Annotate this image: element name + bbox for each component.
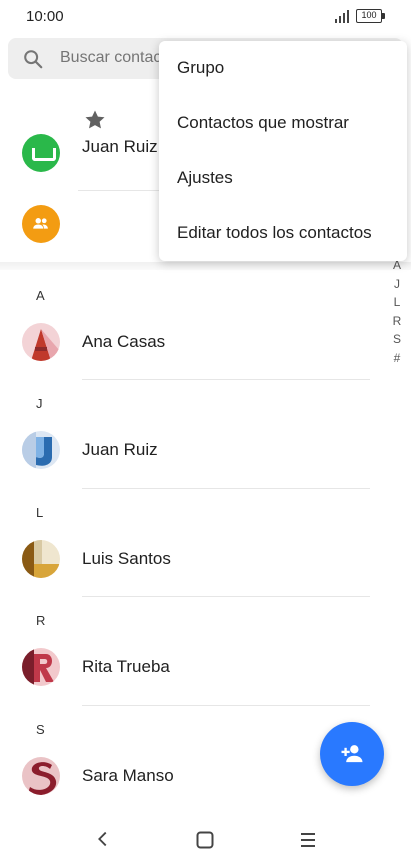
avatar — [22, 757, 60, 795]
contact-name: Juan Ruiz — [82, 440, 158, 459]
menu-item-grupo[interactable]: Grupo — [159, 41, 407, 95]
section-header-r: R — [36, 613, 46, 628]
menu-item-ajustes[interactable]: Ajustes — [159, 151, 407, 205]
alpha-index-letter[interactable]: R — [390, 312, 404, 331]
section-header-a: A — [36, 288, 45, 303]
menu-icon[interactable] — [298, 830, 318, 850]
contact-row-juan-ruiz[interactable]: Juan Ruiz — [0, 421, 380, 481]
contact-row-luis-santos[interactable]: Luis Santos — [0, 530, 380, 590]
alpha-index-letter[interactable]: L — [390, 293, 404, 312]
menu-item-contactos-que-mostrar[interactable]: Contactos que mostrar — [159, 96, 407, 150]
section-header-j: J — [36, 396, 43, 411]
add-contact-button[interactable] — [320, 722, 384, 786]
status-bar: 10:00 100 — [0, 0, 411, 34]
section-header-l: L — [36, 505, 44, 520]
alpha-index-letter[interactable]: # — [390, 349, 404, 368]
avatar — [22, 540, 60, 578]
avatar — [22, 648, 60, 686]
menu-item-editar-todos[interactable]: Editar todos los contactos — [159, 206, 407, 260]
section-separator — [0, 262, 411, 270]
add-person-icon — [341, 745, 363, 763]
contact-name: Sara Manso — [82, 766, 174, 785]
navigation-bar — [0, 812, 411, 868]
group-icon[interactable] — [22, 205, 60, 243]
divider — [82, 488, 370, 489]
avatar — [22, 323, 60, 361]
battery-icon: 100 — [356, 9, 386, 23]
search-icon — [24, 50, 43, 69]
search-input[interactable] — [60, 49, 170, 67]
status-time: 10:00 — [26, 8, 64, 25]
divider — [82, 379, 370, 380]
overflow-menu: Grupo Contactos que mostrar Ajustes Edit… — [159, 41, 407, 261]
favorite-contact-name: Juan Ruiz — [82, 137, 158, 156]
divider — [82, 705, 370, 706]
home-icon[interactable] — [195, 830, 215, 850]
avatar — [22, 431, 60, 469]
divider — [82, 596, 370, 597]
contact-row-rita-trueba[interactable]: Rita Trueba — [0, 638, 380, 698]
back-icon[interactable] — [92, 828, 114, 850]
alpha-index-letter[interactable]: J — [390, 275, 404, 294]
alpha-index-letter[interactable]: S — [390, 330, 404, 349]
star-icon[interactable] — [83, 108, 107, 132]
section-header-s: S — [36, 722, 45, 737]
contact-name: Luis Santos — [82, 549, 171, 568]
signal-icon — [335, 10, 349, 23]
contact-name: Rita Trueba — [82, 657, 170, 676]
alphabet-index[interactable]: A J L R S # — [390, 256, 404, 367]
avatar — [22, 134, 60, 172]
contact-name: Ana Casas — [82, 332, 166, 351]
contact-row-ana-casas[interactable]: Ana Casas — [0, 313, 380, 373]
battery-level: 100 — [356, 9, 382, 23]
